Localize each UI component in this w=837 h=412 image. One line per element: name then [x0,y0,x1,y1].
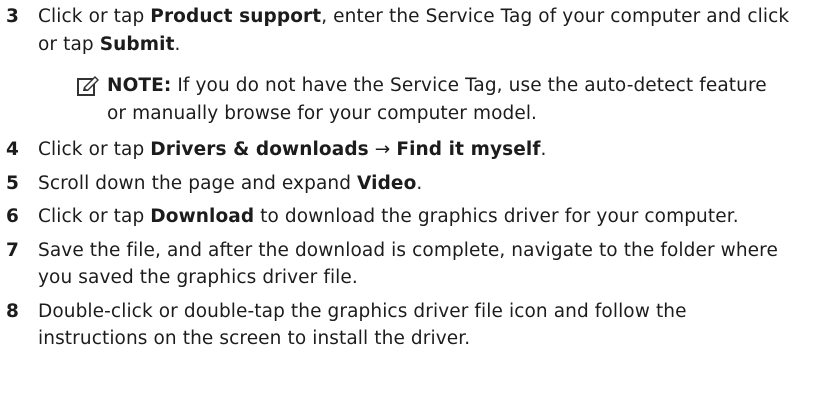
step-7: 7 Save the file, and after the download … [0,237,798,292]
step-8: 8 Double-click or double-tap the graphic… [0,298,798,353]
drivers-downloads-term: Drivers & downloads [150,139,369,160]
step-number: 6 [6,206,19,227]
pencil-note-icon [77,76,99,96]
step-4: 4 Click or tap Drivers & downloads → Fin… [0,136,798,164]
step-number: 3 [6,6,19,27]
product-support-term: Product support [150,6,322,27]
video-term: Video [357,172,417,194]
note-text: NOTE: If you do not have the Service Tag… [107,75,767,124]
step-3: 3 Click or tap Product support, enter th… [0,3,798,58]
find-it-myself-term: Find it myself [396,139,541,160]
step-text: Scroll down the page and expand Video. [38,172,423,194]
step-5: 5 Scroll down the page and expand Video. [0,170,798,198]
note-block: NOTE: If you do not have the Service Tag… [0,72,767,127]
instructions-page: 3 Click or tap Product support, enter th… [0,0,837,353]
step-text: Click or tap Download to download the gr… [38,206,739,227]
step-text: Double-click or double-tap the graphics … [38,300,687,350]
step-number: 5 [6,172,19,194]
step-text: Save the file, and after the download is… [38,239,778,289]
step-number: 4 [6,139,19,160]
step-6: 6 Click or tap Download to download the … [0,203,798,231]
download-term: Download [150,206,255,227]
step-text: Click or tap Product support, enter the … [38,6,790,55]
step-number: 8 [6,300,19,322]
note-label: NOTE: [107,75,172,96]
step-text: Click or tap Drivers & downloads → Find … [38,139,547,160]
submit-term: Submit [99,33,175,55]
step-number: 7 [6,239,19,261]
